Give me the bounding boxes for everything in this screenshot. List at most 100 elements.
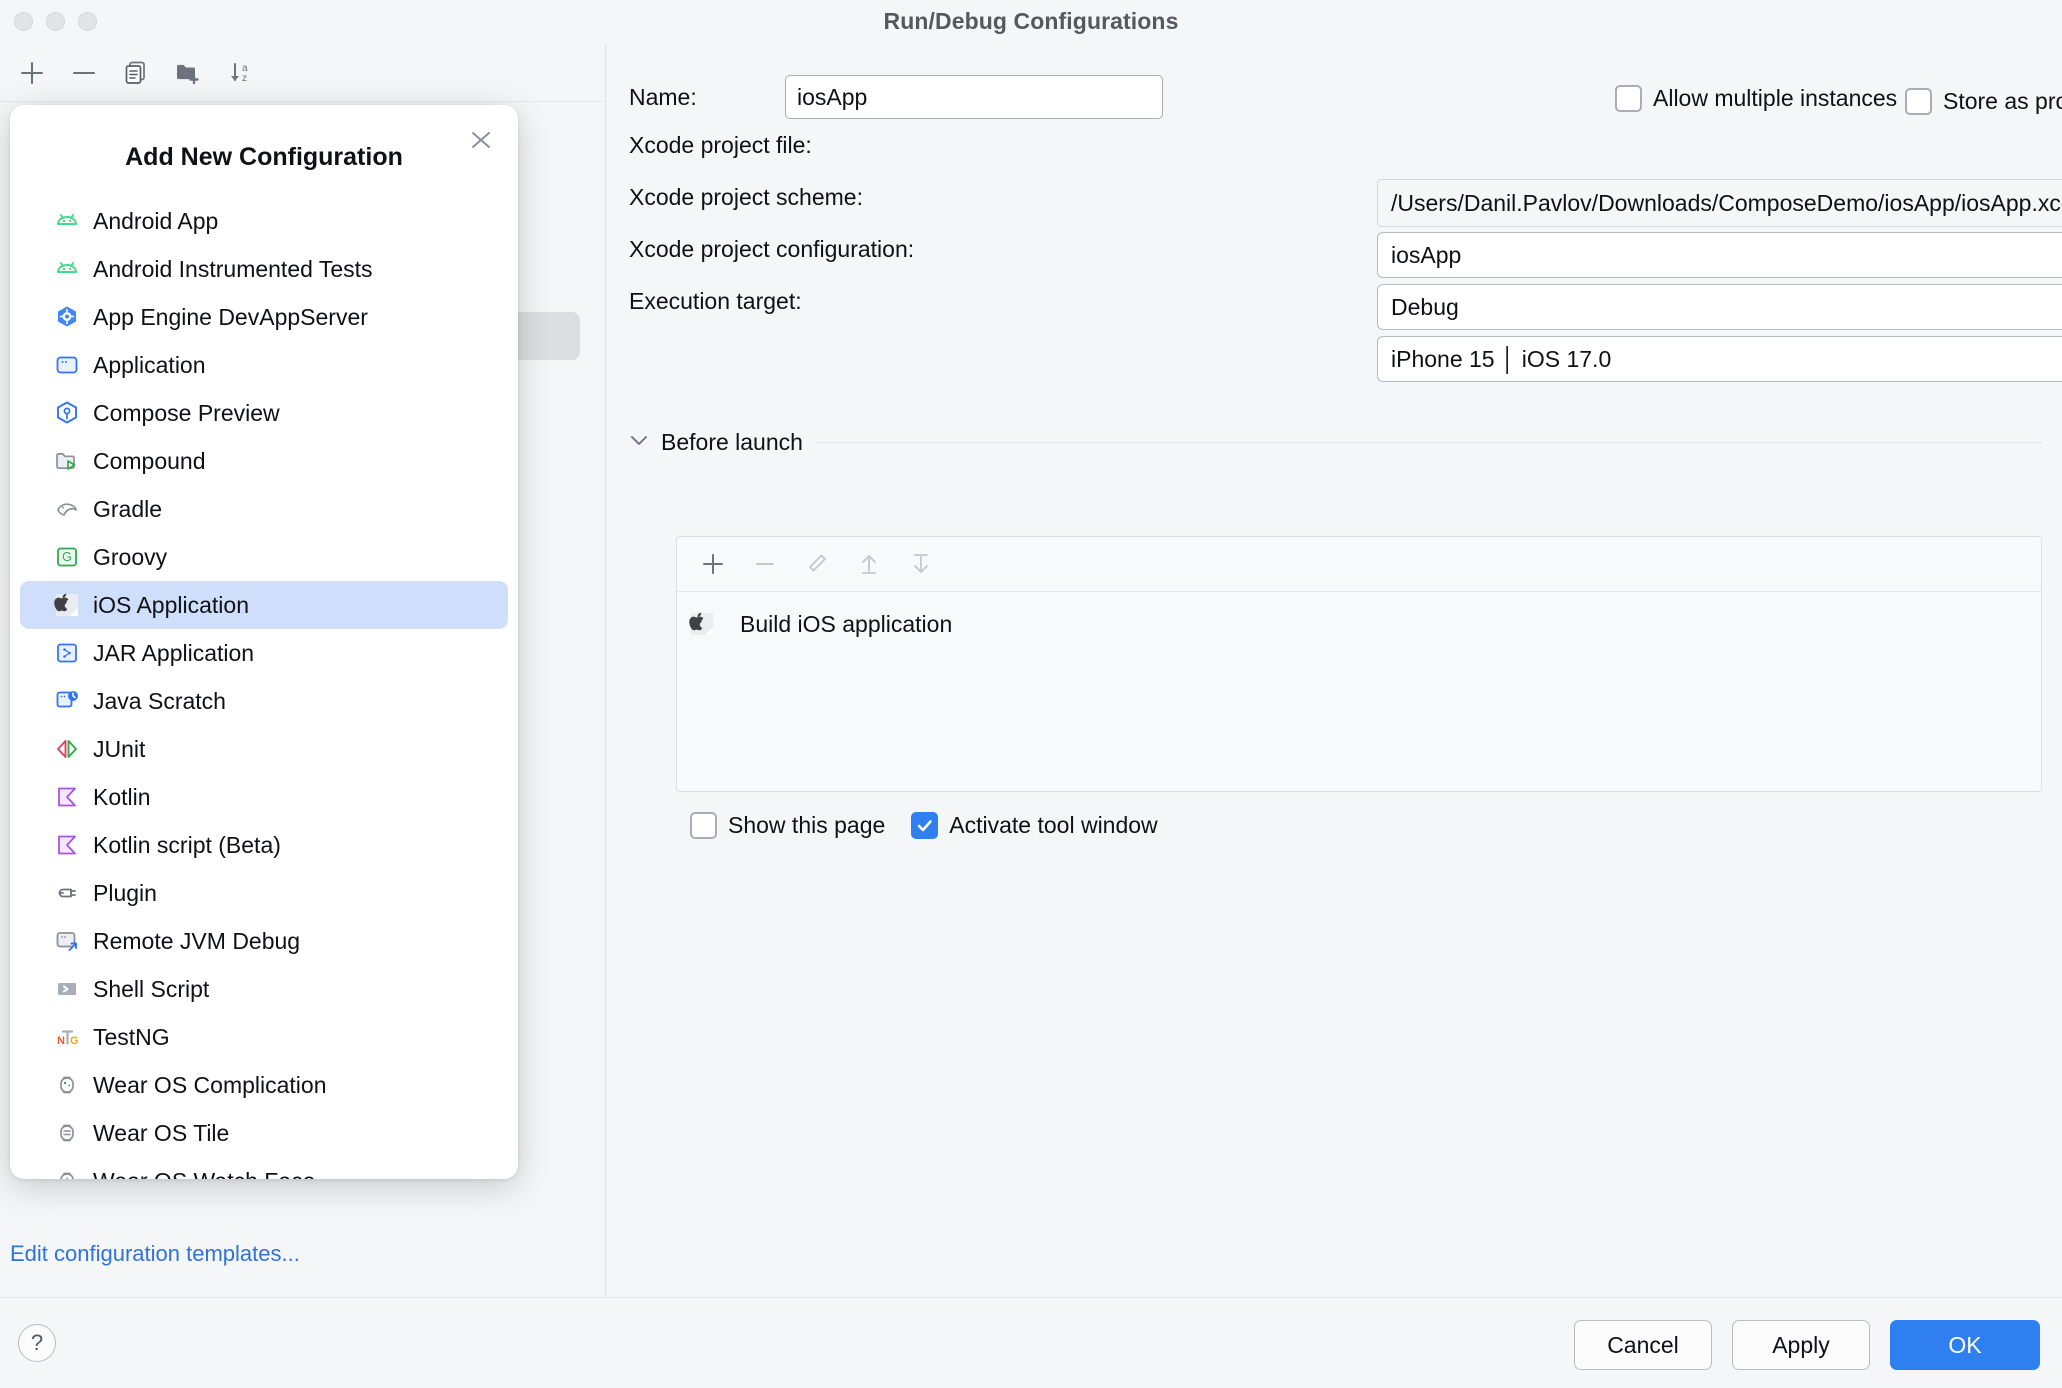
configuration-type-item[interactable]: Wear OS Tile: [20, 1109, 508, 1157]
configuration-type-item[interactable]: Application: [20, 341, 508, 389]
chevron-down-icon[interactable]: [629, 433, 649, 452]
ok-button[interactable]: OK: [1890, 1320, 2040, 1370]
junit-icon: [54, 736, 80, 762]
configuration-type-label: Wear OS Complication: [93, 1071, 327, 1098]
configuration-type-item[interactable]: Compound: [20, 437, 508, 485]
wear-os-watch-face-icon: [54, 1168, 80, 1179]
configuration-type-item[interactable]: JUnit: [20, 725, 508, 773]
configuration-type-item[interactable]: N G TestNG: [20, 1013, 508, 1061]
move-task-up-button[interactable]: [843, 541, 895, 587]
jar-icon: [54, 640, 80, 666]
execution-target-select[interactable]: iPhone 15 │ iOS 17.0: [1377, 336, 2062, 382]
configuration-type-item[interactable]: Wear OS Watch Face: [20, 1157, 508, 1179]
remove-task-button[interactable]: [739, 541, 791, 587]
section-divider: [814, 441, 2042, 443]
configuration-type-label: Shell Script: [93, 975, 210, 1002]
configuration-type-label: TestNG: [93, 1023, 170, 1050]
store-as-project-file-checkbox[interactable]: [1905, 88, 1932, 115]
configuration-type-item[interactable]: Wear OS Complication: [20, 1061, 508, 1109]
configuration-type-item[interactable]: Remote JVM Debug: [20, 917, 508, 965]
configuration-type-item[interactable]: Java Scratch: [20, 677, 508, 725]
activate-tool-window-checkbox[interactable]: [911, 812, 939, 839]
before-launch-header[interactable]: Before launch: [629, 428, 2042, 456]
configuration-type-item[interactable]: Plugin: [20, 869, 508, 917]
add-configuration-button[interactable]: [6, 50, 58, 96]
run-debug-configurations-dialog: Run/Debug Configurations a z Edit config…: [0, 0, 2062, 1388]
new-folder-button[interactable]: [162, 50, 214, 96]
svg-text:G: G: [70, 1035, 79, 1047]
configuration-type-label: Gradle: [93, 495, 163, 522]
xcode-project-configuration-select[interactable]: Debug: [1377, 284, 2062, 330]
compose-preview-icon: [54, 400, 80, 426]
configuration-type-label: Android Instrumented Tests: [93, 255, 373, 282]
help-button[interactable]: ?: [18, 1324, 56, 1362]
configuration-type-item[interactable]: App Engine DevAppServer: [20, 293, 508, 341]
wear-os-complication-icon: [54, 1072, 80, 1098]
before-launch-toolbar: [677, 537, 2041, 592]
xcode-project-file-input[interactable]: /Users/Danil.Pavlov/Downloads/ComposeDem…: [1377, 179, 2062, 227]
dialog-footer: ? Cancel Apply OK: [0, 1297, 2062, 1388]
move-task-down-button[interactable]: [895, 541, 947, 587]
name-label: Name:: [629, 83, 697, 110]
edit-configuration-templates-link[interactable]: Edit configuration templates...: [10, 1241, 300, 1267]
wear-os-tile-icon: [54, 1120, 80, 1146]
xcode-project-file-label: Xcode project file:: [629, 132, 812, 158]
configuration-type-label: iOS Application: [93, 591, 249, 618]
store-as-project-file-label: Store as project file: [1943, 88, 2062, 114]
application-icon: [54, 352, 80, 378]
configurations-toolbar: a z: [0, 44, 605, 102]
before-launch-task-label: Build iOS application: [740, 610, 953, 637]
sort-configurations-button[interactable]: a z: [214, 50, 266, 96]
allow-multiple-instances-row[interactable]: Allow multiple instances: [1615, 85, 1897, 112]
configuration-type-label: Compound: [93, 447, 206, 474]
svg-text:z: z: [242, 73, 247, 84]
configuration-type-item[interactable]: G Groovy: [20, 533, 508, 581]
configuration-type-item[interactable]: Gradle: [20, 485, 508, 533]
configuration-type-item[interactable]: Shell Script: [20, 965, 508, 1013]
configuration-type-item[interactable]: Android Instrumented Tests: [20, 245, 508, 293]
add-task-button[interactable]: [687, 541, 739, 587]
before-launch-task-row[interactable]: Build iOS application: [677, 602, 2041, 646]
configuration-type-label: Compose Preview: [93, 399, 280, 426]
configuration-type-item[interactable]: iOS Application: [20, 581, 508, 629]
configuration-type-item[interactable]: Kotlin script (Beta): [20, 821, 508, 869]
execution-target-value: iPhone 15 │ iOS 17.0: [1391, 345, 1612, 372]
kotlin-icon: [54, 784, 80, 810]
configuration-type-list[interactable]: Android App Android Instrumented Tests App…: [10, 197, 518, 1179]
gradle-icon: [54, 496, 80, 522]
allow-multiple-instances-checkbox[interactable]: [1615, 85, 1642, 112]
cancel-button[interactable]: Cancel: [1574, 1320, 1712, 1370]
footer-buttons: Cancel Apply OK: [1574, 1320, 2040, 1370]
show-this-page-row[interactable]: Show this page: [690, 812, 885, 839]
xcode-project-file-row: Xcode project file:: [629, 132, 909, 159]
configuration-type-item[interactable]: Compose Preview: [20, 389, 508, 437]
activate-tool-window-row[interactable]: Activate tool window: [911, 812, 1158, 839]
remove-configuration-button[interactable]: [58, 50, 110, 96]
configuration-type-item[interactable]: Android App: [20, 197, 508, 245]
pencil-icon[interactable]: [791, 541, 843, 587]
android-icon: [54, 208, 80, 234]
xcode-project-scheme-value: iosApp: [1391, 241, 1462, 268]
apple-icon: [689, 611, 715, 637]
store-as-project-file-row[interactable]: Store as project file: [1905, 85, 2062, 118]
show-this-page-checkbox[interactable]: [690, 812, 717, 839]
copy-configuration-button[interactable]: [110, 50, 162, 96]
configuration-type-label: Groovy: [93, 543, 168, 570]
groovy-icon: G: [54, 544, 80, 570]
before-launch-task-list: Build iOS application: [676, 536, 2042, 792]
configuration-type-item[interactable]: Kotlin: [20, 773, 508, 821]
apply-button[interactable]: Apply: [1732, 1320, 1870, 1370]
popup-title: Add New Configuration: [125, 143, 403, 171]
svg-text:N: N: [57, 1035, 65, 1047]
app-engine-icon: [54, 304, 80, 330]
xcode-project-scheme-select[interactable]: iosApp: [1377, 232, 2062, 278]
shell-script-icon: [54, 976, 80, 1002]
testng-icon: NG: [54, 1024, 80, 1050]
execution-target-label: Execution target:: [629, 288, 802, 314]
configuration-type-label: Wear OS Watch Face: [93, 1168, 315, 1180]
configuration-type-label: Android App: [93, 207, 219, 234]
configuration-type-label: Application: [93, 351, 206, 378]
before-launch-title: Before launch: [661, 428, 803, 455]
configuration-type-item[interactable]: JAR Application: [20, 629, 508, 677]
name-input[interactable]: iosApp: [785, 75, 1163, 119]
